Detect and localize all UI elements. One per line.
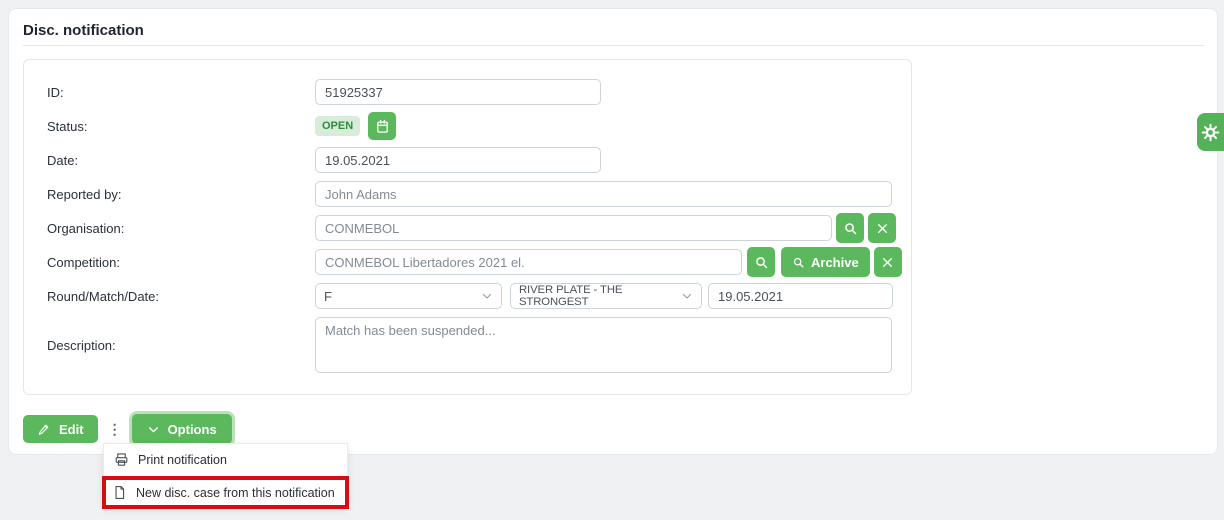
- archive-button-label: Archive: [811, 255, 859, 270]
- printer-icon: [114, 452, 129, 467]
- description-textarea[interactable]: Match has been suspended...: [315, 317, 892, 373]
- menu-item-print-notification[interactable]: Print notification: [104, 444, 347, 475]
- round-match-date-row: Round/Match/Date: F RIVER PLATE - THE ST…: [47, 283, 911, 309]
- match-select[interactable]: RIVER PLATE - THE STRONGEST: [510, 283, 702, 309]
- competition-input[interactable]: [315, 249, 742, 275]
- notification-card: Disc. notification ID: Status: OPEN: [8, 8, 1218, 455]
- organisation-row: Organisation:: [47, 215, 911, 241]
- match-date-input[interactable]: [708, 283, 893, 309]
- reported-by-label: Reported by:: [47, 187, 315, 202]
- reported-by-input[interactable]: [315, 181, 892, 207]
- file-icon: [112, 485, 127, 500]
- edit-button[interactable]: Edit: [23, 415, 98, 443]
- gear-icon: [1201, 123, 1220, 142]
- menu-item-new-disc-case[interactable]: New disc. case from this notification: [102, 476, 349, 509]
- round-select-value: F: [324, 289, 332, 304]
- description-row: Description: Match has been suspended...: [47, 317, 911, 373]
- competition-archive-search-button[interactable]: Archive: [781, 247, 870, 277]
- organisation-clear-button[interactable]: [868, 213, 896, 243]
- id-row: ID:: [47, 79, 911, 105]
- competition-label: Competition:: [47, 255, 315, 270]
- pencil-icon: [37, 422, 51, 436]
- organisation-input[interactable]: [315, 215, 832, 241]
- organisation-search-button[interactable]: [836, 213, 864, 243]
- action-bar: Edit ⋮ Options: [23, 414, 232, 444]
- status-badge: OPEN: [315, 116, 360, 136]
- close-icon: [881, 256, 894, 269]
- options-dropdown-menu: Print notification New disc. case from t…: [103, 443, 348, 508]
- vertical-dots: ⋮: [108, 422, 122, 436]
- page-title: Disc. notification: [23, 22, 144, 39]
- status-row: Status: OPEN: [47, 113, 911, 139]
- status-history-button[interactable]: [368, 112, 396, 140]
- menu-item-label: New disc. case from this notification: [136, 486, 335, 500]
- match-select-value: RIVER PLATE - THE STRONGEST: [519, 284, 681, 308]
- date-row: Date:: [47, 147, 911, 173]
- options-button-label: Options: [168, 422, 217, 437]
- competition-clear-button[interactable]: [874, 247, 902, 277]
- search-icon: [754, 255, 769, 270]
- close-icon: [876, 222, 889, 235]
- reported-by-row: Reported by:: [47, 181, 911, 207]
- id-label: ID:: [47, 85, 315, 100]
- notification-form: ID: Status: OPEN Date:: [23, 59, 912, 395]
- description-label: Description:: [47, 338, 315, 353]
- date-label: Date:: [47, 153, 315, 168]
- title-divider: [23, 45, 1204, 46]
- search-icon: [792, 256, 805, 269]
- organisation-label: Organisation:: [47, 221, 315, 236]
- status-label: Status:: [47, 119, 315, 134]
- menu-item-label: Print notification: [138, 453, 227, 467]
- competition-row: Competition: Archive: [47, 249, 911, 275]
- options-button[interactable]: Options: [132, 414, 232, 444]
- chevron-down-icon: [147, 423, 160, 436]
- competition-search-button[interactable]: [747, 247, 775, 277]
- chevron-down-icon: [681, 290, 693, 302]
- id-input[interactable]: [315, 79, 601, 105]
- calendar-icon: [375, 119, 390, 134]
- search-icon: [843, 221, 858, 236]
- settings-tab-button[interactable]: [1197, 113, 1224, 151]
- round-match-date-label: Round/Match/Date:: [47, 289, 315, 304]
- round-select[interactable]: F: [315, 283, 502, 309]
- chevron-down-icon: [481, 290, 493, 302]
- edit-button-label: Edit: [59, 422, 84, 437]
- date-input[interactable]: [315, 147, 601, 173]
